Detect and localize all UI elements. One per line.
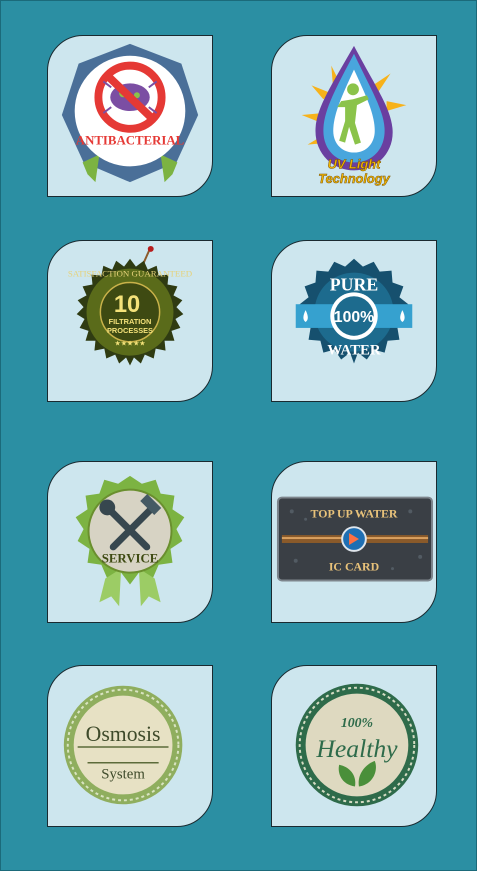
ic-card-bottom: IC CARD (329, 560, 379, 574)
gear-badge-icon: PURE 100% WATER (295, 258, 413, 364)
pure-label: PURE (330, 274, 378, 294)
uv-light-badge: UV Light Technology (271, 35, 437, 197)
healthy-line2: Healthy (315, 734, 398, 763)
no-bacteria-icon: ANTIBACTERIAL (61, 43, 199, 183)
seal-stars: ★★★★★ (115, 340, 146, 348)
healthy-badge: 100% Healthy (271, 665, 437, 827)
wrench-hammer-icon: SERVICE (75, 475, 185, 607)
seal-line2: PROCESSES (107, 326, 153, 335)
uv-label-line1: UV Light (328, 156, 381, 171)
stamp-icon: Osmosis System (63, 685, 183, 805)
water-drop-person-icon: UV Light Technology (301, 45, 407, 186)
leaf-icon: 100% Healthy (295, 683, 419, 807)
pure-water-badge: PURE 100% WATER (271, 240, 437, 402)
osmosis-line1: Osmosis (86, 722, 161, 746)
service-badge: SERVICE (47, 461, 213, 623)
seal-line1: FILTRATION (109, 317, 152, 326)
healthy-line1: 100% (341, 715, 373, 730)
osmosis-badge: Osmosis System (47, 665, 213, 827)
osmosis-line2: System (101, 767, 145, 783)
satisfaction-seal-badge: SATISFACTION GUARANTEED 10 FILTRATION PR… (47, 240, 213, 402)
ic-card-top: TOP UP WATER (311, 506, 398, 520)
ic-card-badge: TOP UP WATER IC CARD (271, 461, 437, 623)
seal-icon: SATISFACTION GUARANTEED 10 FILTRATION PR… (68, 245, 193, 366)
badge-panel: ANTIBACTERIAL UV Light Technology SATISF… (0, 0, 477, 871)
antibacterial-badge: ANTIBACTERIAL (47, 35, 213, 197)
percent-label: 100% (334, 309, 374, 326)
water-label: WATER (327, 343, 380, 359)
ic-card-icon: TOP UP WATER IC CARD (276, 496, 434, 582)
seal-number: 10 (114, 292, 140, 318)
seal-ring-text: SATISFACTION GUARANTEED (68, 269, 193, 279)
antibacterial-label: ANTIBACTERIAL (76, 134, 185, 148)
uv-label-line2: Technology (318, 171, 390, 186)
service-label: SERVICE (102, 552, 159, 566)
